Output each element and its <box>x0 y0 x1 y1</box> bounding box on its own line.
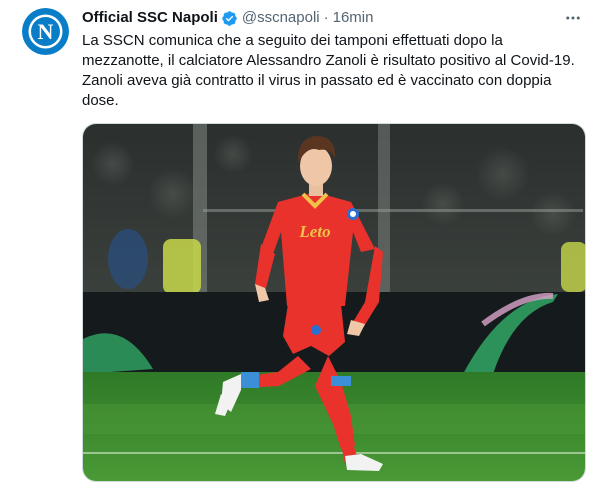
football-player-photo: Leto <box>83 124 585 481</box>
tweet-header: Official SSC Napoli @sscnapoli · 16min <box>82 8 585 28</box>
avatar-letter: N <box>38 19 54 44</box>
tweet[interactable]: N Official SSC Napoli @sscnapoli · 16min… <box>0 0 605 494</box>
tweet-photo[interactable]: Leto <box>82 123 586 482</box>
avatar[interactable]: N <box>22 8 69 55</box>
verified-badge-icon <box>221 10 238 27</box>
author-handle[interactable]: @sscnapoli <box>242 8 320 28</box>
more-options-icon[interactable] <box>561 6 585 30</box>
napoli-crest-icon: N <box>22 8 69 55</box>
author-name[interactable]: Official SSC Napoli <box>82 8 218 28</box>
timestamp[interactable]: 16min <box>333 8 374 28</box>
separator-dot: · <box>323 9 329 26</box>
tweet-text: La SSCN comunica che a seguito dei tampo… <box>82 32 575 109</box>
jersey-sponsor: Leto <box>298 222 330 241</box>
